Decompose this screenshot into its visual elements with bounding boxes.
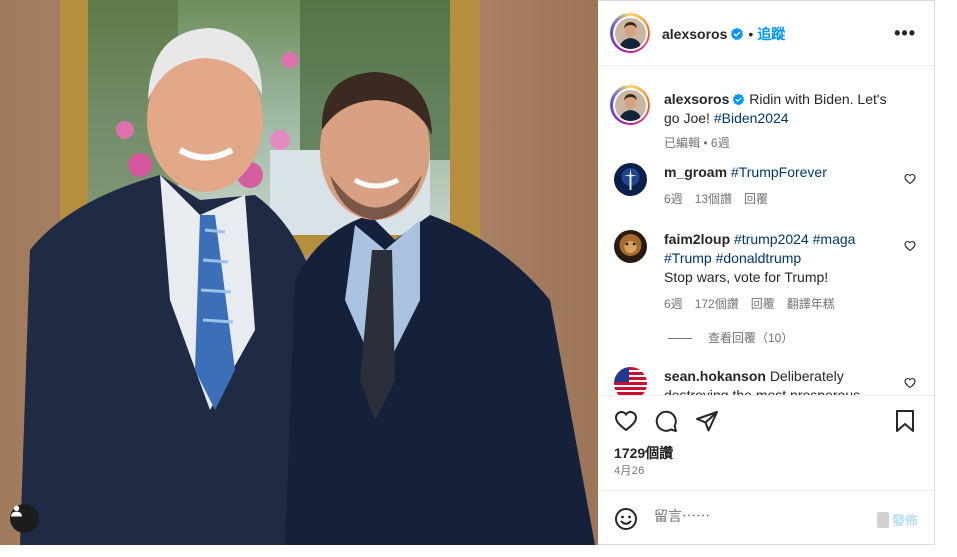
comment-likes[interactable]: 13個讚 — [695, 192, 732, 206]
post-header: alexsoros • 追蹤 ••• — [598, 1, 934, 66]
comment-meta: 6週 13個讚 回覆 — [664, 190, 896, 209]
avatar-image — [614, 17, 646, 49]
person-icon — [11, 505, 22, 517]
replies-divider — [668, 338, 692, 340]
comment-text: Stop wars, vote for Trump! — [664, 269, 829, 285]
header-separator: • — [748, 26, 754, 42]
commenter-username[interactable]: m_groam — [664, 164, 727, 180]
photo-illustration — [0, 0, 598, 545]
avatar-image — [614, 230, 647, 263]
reply-button[interactable]: 回覆 — [744, 192, 768, 206]
emoji-icon[interactable] — [614, 507, 638, 531]
comment-icon[interactable] — [654, 409, 678, 433]
commenter-username[interactable]: sean.hokanson — [664, 368, 766, 384]
caption-hashtag[interactable]: #Biden2024 — [714, 110, 789, 126]
reply-button[interactable]: 回覆 — [751, 297, 775, 311]
comment-input[interactable] — [654, 508, 854, 524]
heart-icon[interactable] — [904, 173, 916, 185]
commenter-avatar[interactable] — [614, 163, 647, 196]
author-avatar[interactable] — [610, 13, 650, 53]
post-side-panel: alexsoros • 追蹤 ••• alexsoros Ridin with Bi… — [598, 0, 935, 545]
post-date[interactable]: 4月26 — [614, 462, 645, 478]
view-replies-label: 查看回覆（10） — [708, 331, 794, 345]
post-actions: 1729個讚 4月26 — [598, 395, 934, 491]
user-tag-icon[interactable] — [10, 504, 39, 533]
verified-badge-icon — [733, 93, 745, 106]
commenter-avatar[interactable] — [614, 367, 647, 395]
comment-meta: 6週 172個讚 回覆 翻譯年糕 — [664, 295, 896, 314]
avatar-image — [614, 89, 646, 121]
translate-button[interactable]: 翻譯年糕 — [787, 297, 835, 311]
resize-grip-icon — [876, 511, 889, 528]
heart-icon[interactable] — [614, 409, 638, 433]
more-options-icon[interactable]: ••• — [894, 23, 916, 44]
post-comment-label: 發佈 — [891, 513, 918, 528]
bookmark-icon[interactable] — [894, 409, 916, 433]
us-flag-icon — [614, 367, 647, 395]
caption-username[interactable]: alexsoros — [664, 91, 729, 107]
comment-text: Deliberately — [769, 368, 844, 384]
view-replies-button[interactable]: 查看回覆（10） — [668, 329, 793, 346]
comments-list[interactable]: alexsoros Ridin with Biden. Let's go Joe… — [598, 67, 934, 395]
comment-time[interactable]: 6週 — [664, 297, 683, 311]
comment-text-continued: destroying the most prosperous — [664, 387, 861, 395]
edited-label: 已編輯 — [664, 136, 701, 150]
comment-likes[interactable]: 172個讚 — [695, 297, 739, 311]
comment-time[interactable]: 6週 — [664, 192, 683, 206]
commenter-username[interactable]: faim2loup — [664, 231, 730, 247]
like-count[interactable]: 1729個讚 — [614, 443, 673, 463]
comment-composer: 發佈 — [598, 492, 934, 545]
caption-meta: 已編輯 • 6週 — [664, 134, 730, 151]
share-icon[interactable] — [695, 409, 719, 433]
commenter-avatar[interactable] — [614, 230, 647, 263]
meta-separator: • — [703, 136, 708, 150]
caption-time[interactable]: 6週 — [711, 136, 730, 150]
verified-badge-icon — [731, 27, 744, 41]
comment-hashtags[interactable]: #TrumpForever — [731, 164, 827, 180]
heart-icon[interactable] — [904, 377, 916, 389]
caption-avatar[interactable] — [610, 85, 650, 125]
avatar-image — [614, 163, 647, 196]
heart-icon[interactable] — [904, 240, 916, 252]
follow-button[interactable]: 追蹤 — [757, 26, 785, 42]
author-username[interactable]: alexsoros — [662, 26, 727, 42]
post-comment-button[interactable]: 發佈 — [876, 510, 918, 529]
post-photo[interactable] — [0, 0, 598, 545]
